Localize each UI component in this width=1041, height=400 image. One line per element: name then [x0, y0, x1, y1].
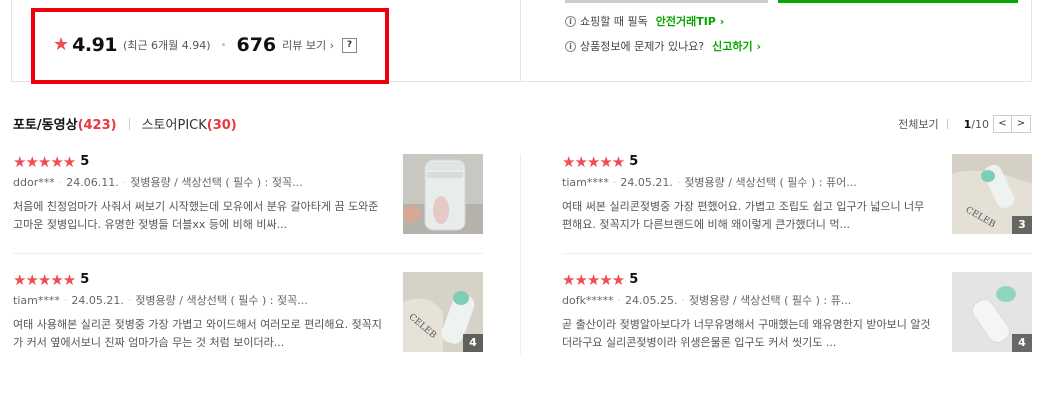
- help-button[interactable]: ?: [342, 37, 358, 53]
- buy-button-edge[interactable]: [778, 0, 1018, 3]
- stars-icon: ★★★★★: [13, 153, 76, 171]
- review-option: 젖병용량 / 색상선택 ( 필수 ) : 젖꼭...: [130, 176, 303, 189]
- info-text: 쇼핑할 때 필독: [580, 15, 648, 28]
- review-count: 676: [236, 34, 277, 56]
- chevron-right-icon: ›: [756, 40, 762, 53]
- summary-divider: [520, 0, 521, 82]
- review-user: dofk*****: [562, 294, 614, 307]
- review-date: 24.06.11.: [66, 176, 119, 189]
- review-option: 젖병용량 / 색상선택 ( 필수 ) : 퓨...: [688, 294, 852, 307]
- bottle-photo-image: [403, 154, 483, 234]
- review-card[interactable]: ★★★★★ 5 tiam**** · 24.05.21. · 젖병용량 / 색상선택 ( …: [562, 154, 1041, 254]
- next-page-button[interactable]: >: [1012, 115, 1031, 133]
- review-score: 5: [80, 154, 90, 169]
- review-card[interactable]: ★★★★★ 5 tiam**** · 24.05.21. · 젖병용량 / 색상선택 ( …: [13, 272, 493, 372]
- review-meta: ddor*** · 24.06.11. · 젖병용량 / 색상선택 ( 필수 ) : 젖…: [13, 176, 303, 189]
- review-score: 5: [80, 272, 90, 287]
- photo-count-badge: 4: [1012, 334, 1032, 352]
- review-text: 여태 사용해본 실리콘 젖병중 가장 가볍고 와이드해서 여러모로 편리해요. …: [13, 318, 382, 349]
- pager-divider: [946, 119, 948, 129]
- review-card[interactable]: ★★★★★ 5 ddor*** · 24.06.11. · 젖병용량 / 색상선택 ( 필…: [13, 154, 493, 254]
- page-total: /10: [971, 117, 989, 131]
- tab-count: (30): [206, 118, 237, 133]
- review-score: 5: [629, 154, 639, 169]
- dot-separator: •: [220, 39, 227, 51]
- review-tabs: 포토/동영상(423) 스토어PICK(30): [13, 114, 237, 133]
- review-photo[interactable]: CELEB 3: [952, 154, 1032, 234]
- review-text: 여태 써본 실리콘젖병중 가장 편했어요. 가볍고 조립도 쉽고 입구가 넓으니…: [562, 200, 925, 231]
- tab-store-pick[interactable]: 스토어PICK(30): [142, 114, 237, 133]
- info-icon: i: [565, 40, 576, 52]
- review-photo[interactable]: CELEB 4: [403, 272, 483, 352]
- info-icon: i: [565, 15, 576, 27]
- review-text: 곧 출산이라 젖병알아보다가 너무유명해서 구매했는데 왜유명한지 받아보니 알…: [562, 318, 931, 349]
- view-all-link[interactable]: 전체보기: [898, 116, 938, 132]
- review-date: 24.05.21.: [620, 176, 673, 189]
- review-photo[interactable]: 4: [952, 272, 1032, 352]
- photo-count-badge: 3: [1012, 216, 1032, 234]
- review-date: 24.05.21.: [71, 294, 124, 307]
- review-option: 젖병용량 / 색상선택 ( 필수 ) : 젖꼭...: [135, 294, 308, 307]
- rating-score: 4.91: [72, 34, 118, 56]
- stars-icon: ★★★★★: [562, 271, 625, 289]
- review-meta: tiam**** · 24.05.21. · 젖병용량 / 색상선택 ( 필수 ) : …: [13, 294, 308, 307]
- review-text: 처음에 친정엄마가 사줘서 써보기 시작했는데 모유에서 분유 갈아타게 끔 도…: [13, 200, 379, 231]
- info-row-report: i 상품정보에 문제가 있나요? 신고하기 ›: [565, 38, 761, 54]
- chevron-right-icon: ›: [719, 15, 725, 28]
- review-user: tiam****: [13, 294, 60, 307]
- review-option: 젖병용량 / 색상선택 ( 필수 ) : 퓨어...: [684, 176, 857, 189]
- stars-icon: ★★★★★: [13, 271, 76, 289]
- pager: 전체보기 1/10 < >: [898, 115, 1031, 133]
- tab-separator: [128, 117, 130, 130]
- review-photo[interactable]: [403, 154, 483, 234]
- photo-count-badge: 4: [463, 334, 483, 352]
- review-card[interactable]: ★★★★★ 5 dofk***** · 24.05.25. · 젖병용량 / 색상선택 (…: [562, 272, 1041, 372]
- review-view-label: 리뷰 보기: [282, 39, 327, 52]
- review-user: tiam****: [562, 176, 609, 189]
- star-icon: ★: [53, 34, 70, 55]
- info-text: 상품정보에 문제가 있나요?: [580, 40, 705, 53]
- info-row-safety: i 쇼핑할 때 필독 안전거래TIP ›: [565, 13, 724, 29]
- tab-photo-video[interactable]: 포토/동영상(423): [13, 114, 117, 133]
- report-label: 신고하기: [712, 40, 753, 53]
- review-view-link[interactable]: 리뷰 보기 ›: [282, 37, 334, 53]
- report-link[interactable]: 신고하기 ›: [712, 38, 761, 54]
- safety-tip-link[interactable]: 안전거래TIP ›: [656, 13, 725, 29]
- cart-button-edge[interactable]: [565, 0, 768, 3]
- column-divider: [520, 154, 521, 354]
- rating-summary: ★ 4.91 (최근 6개월 4.94) • 676 리뷰 보기 › ?: [53, 34, 358, 56]
- review-meta: dofk***** · 24.05.25. · 젖병용량 / 색상선택 ( 필수 ) :…: [562, 294, 852, 307]
- review-score: 5: [629, 272, 639, 287]
- safety-tip-label: 안전거래TIP: [655, 15, 716, 28]
- rating-recent: (최근 6개월 4.94): [123, 39, 211, 52]
- prev-page-button[interactable]: <: [993, 115, 1012, 133]
- stars-icon: ★★★★★: [562, 153, 625, 171]
- tab-label: 포토/동영상: [13, 118, 78, 133]
- tab-label: 스토어PICK: [141, 118, 207, 133]
- chevron-right-icon: ›: [329, 39, 335, 52]
- review-user: ddor***: [13, 176, 55, 189]
- tab-count: (423): [77, 118, 117, 133]
- review-meta: tiam**** · 24.05.21. · 젖병용량 / 색상선택 ( 필수 ) : …: [562, 176, 857, 189]
- review-date: 24.05.25.: [624, 294, 678, 307]
- page-indicator: 1/10: [964, 118, 989, 131]
